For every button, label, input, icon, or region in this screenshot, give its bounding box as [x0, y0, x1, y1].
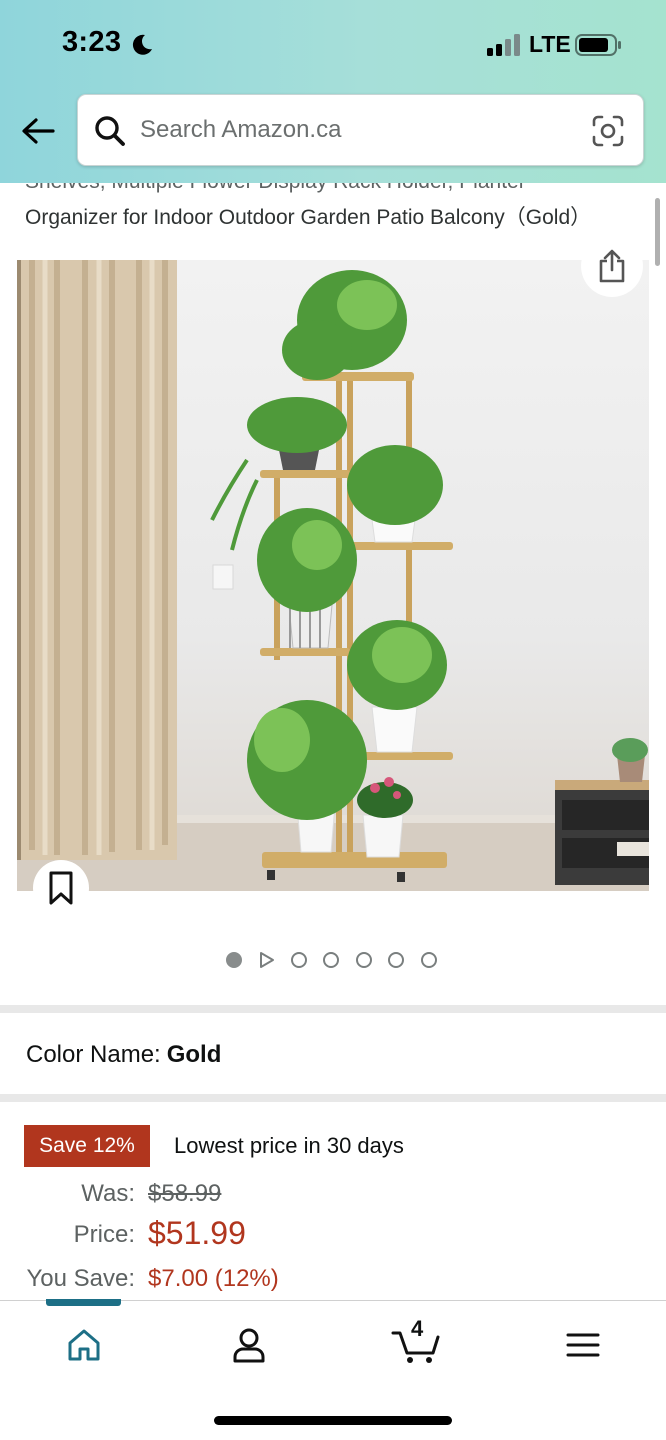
share-icon — [599, 249, 625, 283]
carousel-dot[interactable] — [420, 952, 437, 968]
scrollbar[interactable] — [655, 198, 660, 266]
you-save-label: You Save: — [26, 1265, 135, 1292]
menu-icon — [566, 1333, 600, 1357]
carousel-dot[interactable] — [290, 952, 307, 968]
home-icon — [68, 1329, 100, 1361]
tab-account[interactable] — [219, 1321, 279, 1369]
search-input[interactable] — [140, 109, 580, 151]
network-label: LTE — [529, 31, 571, 57]
current-price: $51.99 — [148, 1215, 246, 1251]
product-title: Shelves, Multiple Flower Display Rack Ho… — [0, 183, 666, 243]
search-box[interactable] — [77, 94, 644, 166]
product-title-line: Shelves, Multiple Flower Display Rack Ho… — [25, 183, 526, 194]
section-divider — [0, 1094, 666, 1102]
back-button[interactable] — [20, 114, 56, 148]
signal-icon — [487, 34, 520, 56]
product-photo — [17, 260, 649, 891]
color-selector[interactable]: Color Name: Gold — [26, 1041, 221, 1069]
you-save-amount: $7.00 (12%) — [148, 1265, 279, 1292]
was-price: $58.99 — [148, 1180, 222, 1207]
play-icon — [259, 952, 274, 968]
search-icon — [95, 116, 125, 146]
arrow-left-icon — [22, 118, 55, 144]
was-label: Was: — [81, 1180, 135, 1207]
carousel-dot[interactable] — [355, 952, 372, 968]
active-tab-indicator — [46, 1299, 121, 1306]
user-icon — [233, 1328, 265, 1363]
moon-icon — [132, 34, 152, 55]
carousel-dot[interactable] — [323, 952, 339, 968]
tab-home[interactable] — [54, 1321, 114, 1369]
save-to-list-button[interactable] — [33, 860, 89, 916]
app-header: 3:23 LTE — [0, 0, 666, 183]
carousel-dot[interactable] — [226, 952, 242, 968]
battery-icon — [575, 34, 621, 56]
status-time: 3:23 — [62, 26, 122, 58]
carousel-dot[interactable] — [388, 952, 404, 968]
share-button[interactable] — [581, 235, 643, 297]
cart-count-badge: 4 — [411, 1316, 424, 1341]
image-carousel-dots — [226, 951, 453, 969]
color-value: Gold — [166, 1041, 222, 1068]
carousel-video-dot[interactable] — [259, 951, 277, 969]
lowest-price-note: Lowest price in 30 days — [174, 1133, 404, 1158]
save-badge: Save 12% — [24, 1125, 150, 1167]
color-label: Color Name: — [26, 1041, 161, 1068]
home-indicator[interactable] — [214, 1416, 452, 1425]
section-divider — [0, 1005, 666, 1013]
camera-scan-icon[interactable] — [591, 114, 625, 148]
price-label: Price: — [73, 1221, 135, 1248]
bookmark-icon — [49, 871, 73, 905]
tab-menu[interactable] — [553, 1321, 613, 1369]
product-title-line: Organizer for Indoor Outdoor Garden Pati… — [25, 206, 592, 229]
product-image[interactable] — [17, 260, 649, 891]
